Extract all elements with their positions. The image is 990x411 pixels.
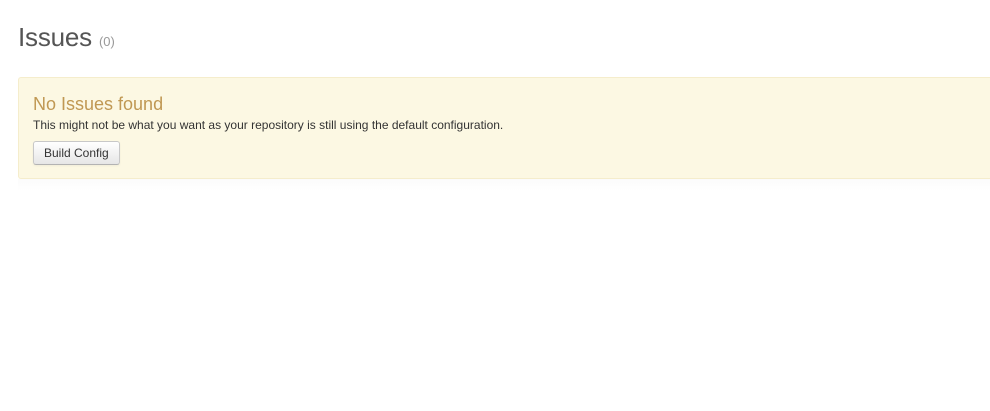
page-header: Issues (0) (18, 22, 115, 53)
issues-page: Issues (0) No Issues found This might no… (0, 0, 990, 411)
no-issues-notice: No Issues found This might not be what y… (18, 77, 990, 179)
build-config-button[interactable]: Build Config (33, 141, 120, 165)
notice-shadow (18, 179, 990, 191)
notice-title: No Issues found (33, 94, 164, 114)
page-title: Issues (18, 22, 92, 52)
issue-count: (0) (98, 34, 115, 49)
notice-message: This might not be what you want as your … (33, 118, 504, 132)
